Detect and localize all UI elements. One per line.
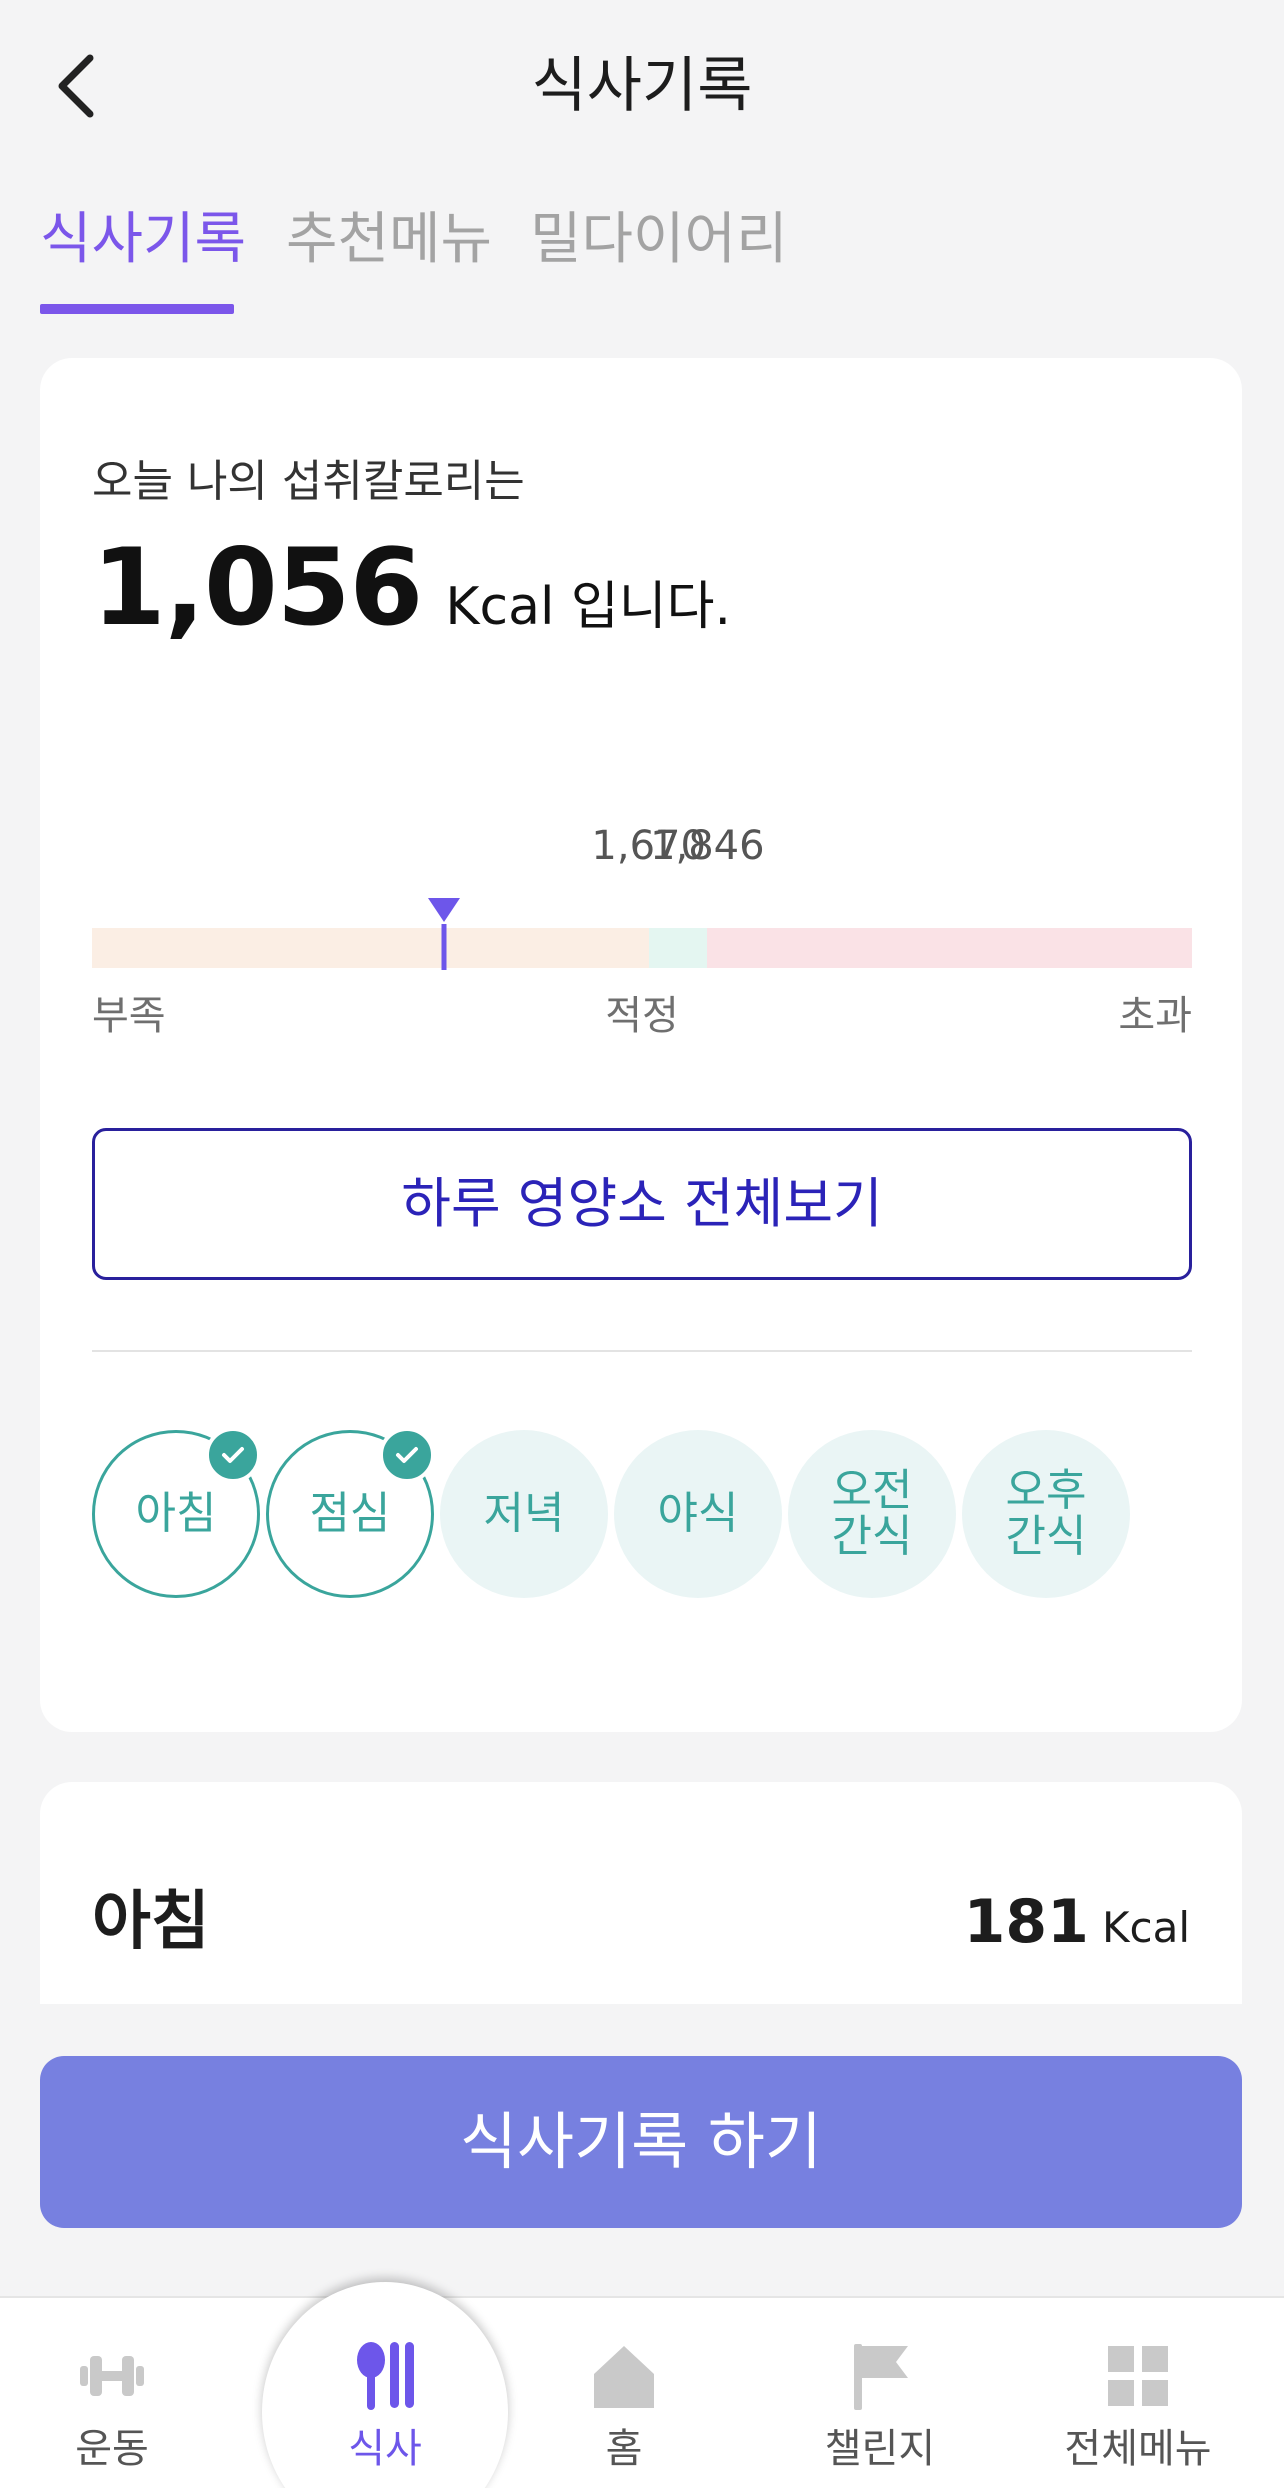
record-button-area: 식사기록 하기 (0, 2004, 1284, 2298)
meal-label: 점심 (309, 1488, 391, 1539)
dumbbell-icon (2, 2340, 222, 2412)
calorie-suffix: Kcal 입니다. (445, 577, 731, 637)
calorie-gauge: 1,670 1,846 부족 적정 초과 (92, 818, 1192, 1048)
meal-selector: 아침 점심 저녁 야식 오전 간식 오후 간식 (92, 1427, 1192, 1610)
nav-label: 식사 (348, 2426, 422, 2472)
tab-active-indicator (40, 304, 234, 314)
meal-lunch-button[interactable]: 점심 (266, 1427, 435, 1598)
nav-exercise[interactable]: 운동 (2, 2340, 222, 2488)
gauge-bar (92, 928, 1192, 968)
meal-card-kcal: 181 Kcal (964, 1882, 1190, 1977)
meal-late-night-button[interactable]: 야식 (614, 1430, 782, 1598)
meal-kcal-unit: Kcal (1101, 1903, 1190, 1952)
calorie-summary-card: 오늘 나의 섭취칼로리는 1,056 Kcal 입니다. 1,670 1,846… (40, 358, 1242, 1732)
nav-challenge[interactable]: 챌린지 (770, 2340, 990, 2488)
nav-label: 홈 (605, 2426, 643, 2472)
daily-nutrients-button[interactable]: 하루 영양소 전체보기 (92, 1128, 1192, 1280)
gauge-segment-ok (648, 928, 708, 968)
header: 식사기록 (0, 0, 1284, 170)
grid-icon (1028, 2340, 1248, 2412)
meal-morning-snack-button[interactable]: 오전 간식 (788, 1430, 956, 1598)
meal-label: 야식 (657, 1488, 739, 1539)
meal-label: 오전 간식 (831, 1465, 913, 1562)
meal-label: 저녁 (483, 1488, 565, 1539)
meal-afternoon-snack-button[interactable]: 오후 간식 (962, 1430, 1130, 1598)
nav-label: 운동 (75, 2426, 149, 2472)
meal-card-title: 아침 (92, 1885, 210, 1959)
nav-home[interactable]: 홈 (514, 2340, 734, 2488)
gauge-tick-high: 1,846 (650, 823, 765, 869)
nav-all-menu[interactable]: 전체메뉴 (1028, 2340, 1248, 2488)
meal-kcal-value: 181 (963, 1887, 1089, 1957)
check-icon (379, 1427, 435, 1483)
nav-label: 전체메뉴 (1064, 2426, 1212, 2472)
meal-dinner-button[interactable]: 저녁 (440, 1430, 608, 1598)
gauge-zone-ok-label: 적정 (605, 993, 679, 1039)
gauge-segment-high (707, 928, 1192, 968)
page-title: 식사기록 (531, 51, 753, 121)
gauge-segment-low (92, 928, 649, 968)
spoon-fork-icon (275, 2340, 495, 2412)
flag-icon (770, 2340, 990, 2412)
calorie-intro-text: 오늘 나의 섭취칼로리는 (92, 456, 525, 507)
divider (92, 1350, 1192, 1352)
gauge-zone-low-label: 부족 (92, 993, 166, 1039)
record-meal-button[interactable]: 식사기록 하기 (40, 2056, 1242, 2228)
check-icon (205, 1427, 261, 1483)
calorie-value: 1,056 (92, 526, 423, 649)
meal-label: 오후 간식 (1005, 1465, 1087, 1562)
tab-recommended-menu[interactable]: 추천메뉴 (286, 200, 492, 320)
tab-meal-diary[interactable]: 밀다이어리 (530, 200, 788, 320)
meal-label: 아침 (135, 1488, 217, 1539)
tab-meal-record[interactable]: 식사기록 (40, 200, 246, 320)
calorie-total: 1,056 Kcal 입니다. (92, 528, 731, 648)
meal-breakfast-button[interactable]: 아침 (92, 1427, 261, 1598)
nav-label: 챌린지 (824, 2426, 936, 2472)
gauge-marker-icon (427, 898, 461, 970)
home-icon (514, 2340, 734, 2412)
gauge-zone-high-label: 초과 (1118, 993, 1192, 1039)
nav-meal[interactable]: 식사 (275, 2340, 495, 2488)
